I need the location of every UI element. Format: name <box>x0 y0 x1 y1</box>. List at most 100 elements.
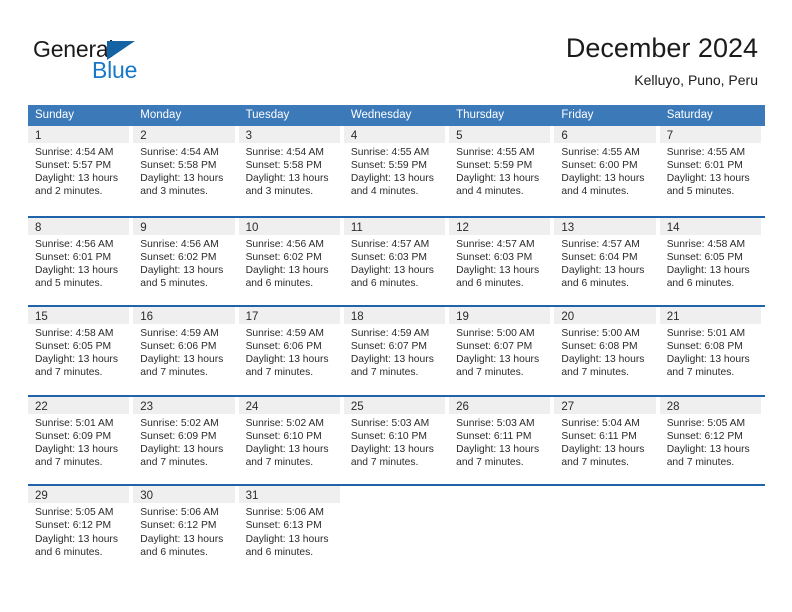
calendar-day-cell[interactable]: 15 Sunrise: 4:58 AM Sunset: 6:05 PM Dayligh… <box>28 307 133 395</box>
day-number-band: 20 <box>554 307 656 325</box>
day-number-band: 29 <box>28 486 130 504</box>
day-number-band: 14 <box>659 217 761 235</box>
sunset-text: Sunset: 6:09 PM <box>140 430 217 442</box>
day-number-band: 30 <box>133 486 235 504</box>
sunrise-text: Sunrise: 4:58 AM <box>666 238 746 250</box>
calendar-day-cell[interactable]: 23 Sunrise: 5:02 AM Sunset: 6:09 PM Dayligh… <box>133 396 238 485</box>
calendar-day-cell[interactable]: 29 Sunrise: 5:05 AM Sunset: 6:12 PM Dayligh… <box>28 486 133 574</box>
sunset-text: Sunset: 6:05 PM <box>35 341 112 353</box>
day-number-band: 31 <box>238 486 340 504</box>
day-number-band: 25 <box>343 396 446 414</box>
daylight-text-line2: and 4 minutes. <box>456 186 524 198</box>
daylight-text-line1: Daylight: 13 hours <box>561 173 645 185</box>
day-number-band: 5 <box>449 126 551 143</box>
calendar-day-cell[interactable]: 8 Sunrise: 4:56 AM Sunset: 6:01 PM Daylight… <box>28 217 133 306</box>
page-header: General Blue December 2024 Kelluyo, Puno… <box>0 0 792 100</box>
day-number: 2 <box>140 130 147 142</box>
calendar-day-cell-empty <box>660 486 765 574</box>
daylight-text-line2: and 6 minutes. <box>561 277 629 289</box>
daylight-text-line2: and 7 minutes. <box>350 367 419 379</box>
calendar-day-cell[interactable]: 18 Sunrise: 4:59 AM Sunset: 6:07 PM Dayligh… <box>343 307 449 395</box>
weekday-header-saturday: Saturday <box>666 109 713 121</box>
daylight-text-line1: Daylight: 13 hours <box>666 354 750 366</box>
day-number: 30 <box>140 490 154 503</box>
day-number: 18 <box>350 311 364 324</box>
calendar-day-cell[interactable]: 28 Sunrise: 5:05 AM Sunset: 6:12 PM Dayligh… <box>659 396 765 485</box>
weekday-header-sunday: Sunday <box>35 109 75 121</box>
brand-name-blue: Blue <box>92 57 138 83</box>
calendar-day-cell[interactable]: 22 Sunrise: 5:01 AM Sunset: 6:09 PM Dayligh… <box>28 396 133 485</box>
day-number-band: 2 <box>133 126 235 143</box>
sunset-text: Sunset: 5:58 PM <box>140 160 217 172</box>
calendar-day-cell[interactable]: 12 Sunrise: 4:57 AM Sunset: 6:03 PM Dayligh… <box>449 217 554 306</box>
calendar-day-cell[interactable]: 31 Sunrise: 5:06 AM Sunset: 6:13 PM Dayligh… <box>238 486 344 574</box>
day-number-band: 13 <box>554 217 656 235</box>
calendar-day-cell[interactable]: 7 Sunrise: 4:55 AM Sunset: 6:01 PM Daylight… <box>659 126 765 216</box>
sunrise-text: Sunrise: 5:05 AM <box>35 507 114 519</box>
day-details: Sunrise: 4:59 AM Sunset: 6:06 PM Daylight:… <box>239 324 340 379</box>
day-number: 6 <box>561 130 568 142</box>
sunrise-text: Sunrise: 4:57 AM <box>350 238 430 250</box>
day-details: Sunrise: 5:02 AM Sunset: 6:09 PM Daylight:… <box>133 414 234 469</box>
sunrise-text: Sunrise: 5:05 AM <box>666 417 746 429</box>
day-details: Sunrise: 4:56 AM Sunset: 6:02 PM Daylight:… <box>133 235 234 290</box>
calendar-day-cell[interactable]: 3 Sunrise: 4:54 AM Sunset: 5:58 PM Daylight… <box>238 126 344 216</box>
day-details: Sunrise: 4:58 AM Sunset: 6:05 PM Daylight:… <box>660 235 761 290</box>
sunset-text: Sunset: 6:12 PM <box>666 430 743 442</box>
day-number-band: 8 <box>28 217 130 235</box>
sunrise-text: Sunrise: 5:03 AM <box>456 417 535 429</box>
calendar-day-cell[interactable]: 2 Sunrise: 4:54 AM Sunset: 5:58 PM Daylight… <box>133 126 238 216</box>
calendar-day-cell[interactable]: 9 Sunrise: 4:56 AM Sunset: 6:02 PM Daylight… <box>133 217 238 306</box>
calendar-day-cell[interactable]: 5 Sunrise: 4:55 AM Sunset: 5:59 PM Daylight… <box>449 126 554 216</box>
sunrise-text: Sunrise: 5:01 AM <box>666 328 746 340</box>
brand-logo[interactable]: General Blue <box>33 36 263 88</box>
day-number: 15 <box>35 311 48 324</box>
daylight-text-line1: Daylight: 13 hours <box>140 264 224 276</box>
daylight-text-line1: Daylight: 13 hours <box>350 354 434 366</box>
daylight-text-line1: Daylight: 13 hours <box>245 533 329 545</box>
sunset-text: Sunset: 6:13 PM <box>245 520 322 532</box>
daylight-text-line1: Daylight: 13 hours <box>666 173 750 185</box>
daylight-text-line2: and 6 minutes. <box>35 546 103 558</box>
calendar-day-cell[interactable]: 10 Sunrise: 4:56 AM Sunset: 6:02 PM Dayligh… <box>238 217 344 306</box>
calendar-day-cell[interactable]: 26 Sunrise: 5:03 AM Sunset: 6:11 PM Dayligh… <box>449 396 554 485</box>
sunset-text: Sunset: 6:08 PM <box>666 341 743 353</box>
sunset-text: Sunset: 6:08 PM <box>561 341 638 353</box>
daylight-text-line2: and 6 minutes. <box>245 277 314 289</box>
calendar-day-cell[interactable]: 16 Sunrise: 4:59 AM Sunset: 6:06 PM Dayligh… <box>133 307 238 395</box>
calendar-day-cell[interactable]: 30 Sunrise: 5:06 AM Sunset: 6:12 PM Dayligh… <box>133 486 238 574</box>
calendar-day-cell[interactable]: 19 Sunrise: 5:00 AM Sunset: 6:07 PM Dayligh… <box>449 307 554 395</box>
calendar-day-cell[interactable]: 1 Sunrise: 4:54 AM Sunset: 5:57 PM Daylight… <box>28 126 133 216</box>
day-details: Sunrise: 4:56 AM Sunset: 6:01 PM Daylight:… <box>28 235 129 290</box>
calendar-day-cell[interactable]: 4 Sunrise: 4:55 AM Sunset: 5:59 PM Daylight… <box>343 126 449 216</box>
daylight-text-line1: Daylight: 13 hours <box>666 443 750 455</box>
weekday-header-monday: Monday <box>140 109 182 121</box>
sunrise-text: Sunrise: 4:55 AM <box>561 147 640 158</box>
day-number: 11 <box>350 221 363 234</box>
sunrise-text: Sunrise: 5:02 AM <box>140 417 219 429</box>
sunset-text: Sunset: 6:03 PM <box>456 251 533 263</box>
calendar-day-cell[interactable]: 11 Sunrise: 4:57 AM Sunset: 6:03 PM Dayligh… <box>343 217 449 306</box>
day-details: Sunrise: 5:03 AM Sunset: 6:11 PM Daylight:… <box>449 414 550 469</box>
calendar-day-cell[interactable]: 17 Sunrise: 4:59 AM Sunset: 6:06 PM Dayligh… <box>238 307 344 395</box>
day-details: Sunrise: 4:57 AM Sunset: 6:04 PM Daylight:… <box>554 235 655 290</box>
calendar-day-cell[interactable]: 20 Sunrise: 5:00 AM Sunset: 6:08 PM Dayligh… <box>554 307 659 395</box>
sunset-text: Sunset: 6:01 PM <box>666 160 743 172</box>
sunset-text: Sunset: 6:02 PM <box>140 251 217 263</box>
day-number-band: 17 <box>238 307 340 325</box>
daylight-text-line1: Daylight: 13 hours <box>245 173 329 185</box>
calendar-day-cell[interactable]: 21 Sunrise: 5:01 AM Sunset: 6:08 PM Dayligh… <box>659 307 765 395</box>
day-number-band: 22 <box>28 396 130 414</box>
calendar-day-cell[interactable]: 14 Sunrise: 4:58 AM Sunset: 6:05 PM Dayligh… <box>659 217 765 306</box>
daylight-text-line2: and 7 minutes. <box>350 457 419 469</box>
calendar-day-cell[interactable]: 24 Sunrise: 5:02 AM Sunset: 6:10 PM Dayligh… <box>238 396 344 485</box>
daylight-text-line2: and 7 minutes. <box>456 457 524 469</box>
day-details: Sunrise: 5:05 AM Sunset: 6:12 PM Daylight:… <box>28 503 129 558</box>
day-number: 12 <box>456 221 469 234</box>
calendar-day-cell[interactable]: 13 Sunrise: 4:57 AM Sunset: 6:04 PM Dayligh… <box>554 217 659 306</box>
calendar-day-cell[interactable]: 6 Sunrise: 4:55 AM Sunset: 6:00 PM Daylight… <box>554 126 659 216</box>
calendar-week-row: 22 Sunrise: 5:01 AM Sunset: 6:09 PM Dayligh… <box>28 394 765 485</box>
calendar-day-cell[interactable]: 25 Sunrise: 5:03 AM Sunset: 6:10 PM Dayligh… <box>343 396 449 485</box>
calendar-day-cell[interactable]: 27 Sunrise: 5:04 AM Sunset: 6:11 PM Dayligh… <box>554 396 659 485</box>
daylight-text-line2: and 7 minutes. <box>140 367 208 379</box>
